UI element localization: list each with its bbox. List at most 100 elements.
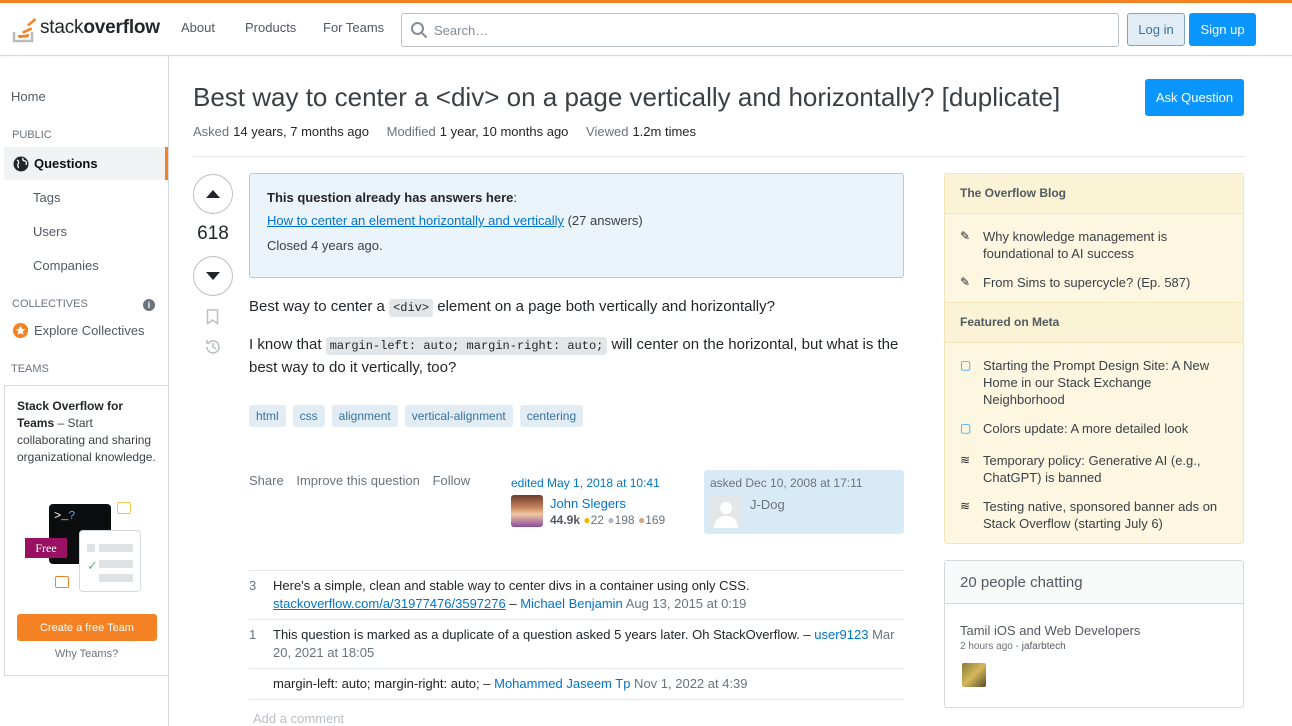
duplicate-notice: This question already has answers here: … [249,173,904,278]
duplicate-link[interactable]: How to center an element horizontally an… [267,213,564,228]
tag-html[interactable]: html [249,405,286,427]
comment-text: margin-left: auto; margin-right: auto; –… [273,676,748,691]
section-label-collectives: COLLECTIVES [12,298,88,310]
upvote-button[interactable] [193,174,233,214]
viewed-value: 1.2m times [632,124,697,139]
arrow-down-icon [206,272,220,280]
question-title[interactable]: Best way to center a <div> on a page ver… [193,82,1060,113]
site-logo[interactable]: stackoverflow [12,12,160,44]
add-comment-link[interactable]: Add a comment [253,711,344,726]
tag-centering[interactable]: centering [519,405,584,427]
meta-heading: Featured on Meta [945,302,1243,343]
question-meta: Asked 14 years, 7 months ago Modified 1 ye… [193,124,697,139]
chat-bubble-icon [117,502,131,514]
chat-heading[interactable]: 20 people chatting [945,561,1243,604]
nav-about[interactable]: About [181,20,215,35]
collectives-icon [12,322,29,339]
avatar[interactable] [962,663,986,687]
divider [193,156,1244,157]
vote-count: 618 [197,223,229,244]
improve-question-link[interactable]: Improve this question [296,473,420,488]
comment: margin-left: auto; margin-right: auto; –… [249,668,904,700]
signup-button[interactable]: Sign up [1189,13,1256,46]
section-label-teams: TEAMS [11,363,49,375]
search-input[interactable]: Search… [401,13,1119,47]
comment-date: Nov 1, 2022 at 4:39 [630,676,748,691]
comment: 1 This question is marked as a duplicate… [249,619,904,668]
sidebar-item-home[interactable]: Home [11,89,46,104]
top-bar: stackoverflow About Products For Teams S… [0,0,1292,56]
blog-item[interactable]: ✎ From Sims to supercycle? (Ep. 587) [960,274,1230,291]
speech-bubble-icon: ▢ [960,421,972,435]
bookmark-icon[interactable] [206,309,219,325]
chat-room-link[interactable]: Tamil iOS and Web Developers [960,623,1140,638]
tag-vertical-alignment[interactable]: vertical-alignment [404,405,513,427]
body-paragraph: Best way to center a <div> element on a … [249,298,775,317]
sidebar-item-label: Explore Collectives [34,323,145,338]
chat-widget: 20 people chatting Tamil iOS and Web Dev… [944,560,1244,708]
stackoverflow-logo-icon [12,13,36,43]
edited-timestamp[interactable]: edited May 1, 2018 at 10:41 [511,476,660,490]
sidebar-item-tags[interactable]: Tags [33,190,60,205]
search-icon [411,22,428,39]
asker-name[interactable]: J-Dog [750,497,785,512]
comment-user[interactable]: user9123 [814,627,868,642]
avatar[interactable] [511,495,543,527]
editor-card: edited May 1, 2018 at 10:41 John Slegers… [511,475,696,535]
comment-text: This question is marked as a duplicate o… [273,627,895,660]
free-badge: Free [25,538,67,558]
chat-bubble-icon [55,576,69,588]
sidebar-item-questions[interactable]: Questions [4,147,168,180]
meta-item[interactable]: ▢ Starting the Prompt Design Site: A New … [960,357,1230,408]
sidebar-item-companies[interactable]: Companies [33,258,99,273]
blog-item[interactable]: ✎ Why knowledge management is foundationa… [960,228,1230,262]
sidebar-item-users[interactable]: Users [33,224,67,239]
modified-value[interactable]: 1 year, 10 months ago [440,124,569,139]
comment: 3 Here's a simple, clean and stable way … [249,570,904,618]
arrow-up-icon [206,190,220,198]
duplicate-answers: (27 answers) [563,213,643,228]
search-placeholder: Search… [434,22,489,38]
comment-link[interactable]: stackoverflow.com/a/31977476/3597276 [273,596,506,611]
editor-name[interactable]: John Slegers [550,496,665,511]
comment-user[interactable]: Michael Benjamin [520,596,623,611]
meta-item[interactable]: ≋ Temporary policy: Generative AI (e.g., … [960,452,1230,486]
teams-promo-text: Stack Overflow for Teams – Start collabo… [17,399,156,464]
follow-link[interactable]: Follow [433,473,471,488]
body-paragraph: I know that margin-left: auto; margin-ri… [249,336,899,376]
downvote-button[interactable] [193,256,233,296]
why-teams-link[interactable]: Why Teams? [5,648,168,660]
teams-illustration: >_? ✓ Free [23,502,143,597]
default-avatar-icon [714,502,738,528]
nav-for-teams[interactable]: For Teams [323,20,384,35]
create-team-button[interactable]: Create a free Team [17,614,157,641]
history-icon[interactable] [204,338,222,356]
meta-item[interactable]: ≋ Testing native, sponsored banner ads on… [960,498,1230,532]
stack-icon: ≋ [960,453,971,467]
login-button[interactable]: Log in [1127,13,1185,46]
blog-heading: The Overflow Blog [945,173,1243,214]
ask-question-button[interactable]: Ask Question [1145,79,1244,116]
comment-user[interactable]: Mohammed Jaseem Tp [494,676,630,691]
comment-date: Aug 13, 2015 at 0:19 [622,596,747,611]
asked-value: 14 years, 7 months ago [233,124,369,139]
share-link[interactable]: Share [249,473,284,488]
speech-bubble-icon: ▢ [960,358,972,372]
nav-products[interactable]: Products [245,20,296,35]
avatar[interactable] [710,496,742,528]
editor-reputation: 44.9k ●22 ●198 ●169 [550,513,666,527]
chat-activity: 2 hours ago - jafarbtech [960,641,1066,652]
info-icon[interactable]: i [143,299,155,311]
sidebar-item-explore-collectives[interactable]: Explore Collectives [12,322,145,339]
globe-icon [13,156,29,171]
sidebar-widget: The Overflow Blog ✎ Why knowledge managem… [944,173,1244,544]
tag-list: html css alignment vertical-alignment ce… [249,405,584,427]
teams-promo: Stack Overflow for Teams – Start collabo… [4,385,169,676]
tag-alignment[interactable]: alignment [331,405,398,427]
gold-badge-icon: ● [583,513,591,527]
asked-timestamp: asked Dec 10, 2008 at 17:11 [710,476,863,490]
asker-card: asked Dec 10, 2008 at 17:11 J-Dog [704,470,904,534]
meta-item[interactable]: ▢ Colors update: A more detailed look [960,420,1230,437]
closed-text: Closed 4 years ago. [267,238,383,253]
tag-css[interactable]: css [292,405,325,427]
